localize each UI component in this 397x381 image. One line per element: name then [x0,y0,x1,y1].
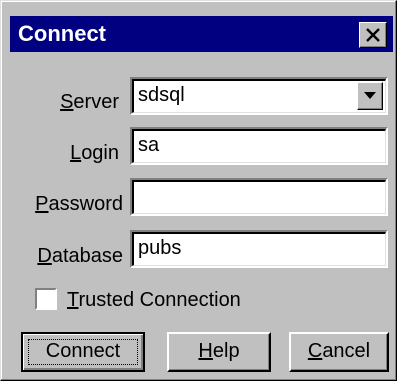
connect-dialog: Connect Server sdsql Login sa Password D… [0,0,397,381]
cancel-button[interactable]: Cancel [289,332,389,372]
server-value: sdsql [138,84,185,106]
trusted-connection-checkbox[interactable] [35,288,57,310]
login-label: Login [70,142,119,164]
server-dropdown-button[interactable] [357,82,383,110]
database-input[interactable]: pubs [130,230,388,268]
cancel-button-label: Cancel [307,340,371,362]
chevron-down-icon [364,92,376,99]
server-label: Server [60,91,119,113]
connect-button[interactable]: Connect [21,332,145,372]
database-label: Database [37,245,123,267]
login-value: sa [138,134,160,156]
server-combobox[interactable]: sdsql [130,77,388,115]
help-button-label: Help [198,340,240,362]
password-input[interactable] [130,178,388,216]
dialog-title: Connect [18,21,106,46]
database-value: pubs [138,237,182,259]
login-input[interactable]: sa [130,127,388,165]
close-button[interactable] [359,22,387,48]
help-button[interactable]: Help [167,332,271,372]
title-bar[interactable]: Connect [10,16,393,52]
trusted-connection-label[interactable]: Trusted Connection [67,288,241,312]
password-label: Password [35,193,123,215]
close-icon [366,28,380,42]
focus-rectangle [28,339,138,365]
